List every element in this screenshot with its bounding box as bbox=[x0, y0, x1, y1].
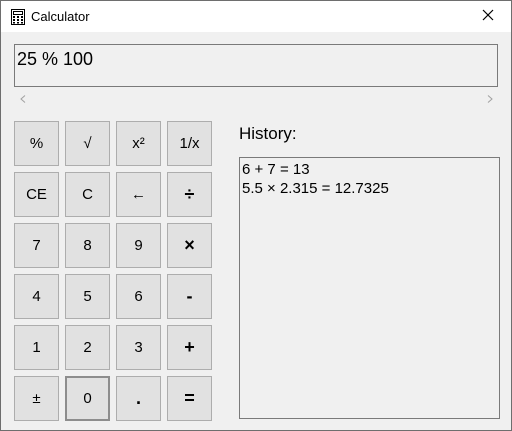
scroll-left-button[interactable] bbox=[14, 90, 31, 107]
history-list[interactable]: 6 + 7 = 13 5.5 × 2.315 = 12.7325 bbox=[239, 157, 500, 419]
clear-key[interactable]: C bbox=[65, 172, 110, 217]
history-entry[interactable]: 6 + 7 = 13 bbox=[242, 160, 497, 179]
sqrt-key[interactable]: √ bbox=[65, 121, 110, 166]
square-key[interactable]: x² bbox=[116, 121, 161, 166]
display-value: 25 % 100 bbox=[17, 49, 94, 69]
title-bar: Calculator bbox=[1, 1, 511, 32]
history-entry[interactable]: 5.5 × 2.315 = 12.7325 bbox=[242, 179, 497, 198]
reciprocal-key[interactable]: 1/x bbox=[167, 121, 212, 166]
digit-8-key[interactable]: 8 bbox=[65, 223, 110, 268]
chevron-left-icon bbox=[19, 90, 26, 108]
calculator-icon bbox=[11, 9, 25, 25]
history-label: History: bbox=[239, 124, 297, 143]
expression-display[interactable]: 25 % 100 bbox=[14, 44, 498, 87]
divide-key[interactable]: ÷ bbox=[167, 172, 212, 217]
digit-0-key[interactable]: 0 bbox=[65, 376, 110, 421]
clear-entry-key[interactable]: CE bbox=[14, 172, 59, 217]
chevron-right-icon bbox=[487, 90, 493, 108]
keypad: % √ x² 1/x CE C ← ÷ 7 8 9 × 4 5 6 - 1 2 … bbox=[14, 121, 212, 421]
digit-1-key[interactable]: 1 bbox=[14, 325, 59, 370]
digit-4-key[interactable]: 4 bbox=[14, 274, 59, 319]
display-scrollbar[interactable] bbox=[14, 90, 498, 107]
scroll-right-button[interactable] bbox=[481, 90, 498, 107]
digit-6-key[interactable]: 6 bbox=[116, 274, 161, 319]
digit-3-key[interactable]: 3 bbox=[116, 325, 161, 370]
multiply-key[interactable]: × bbox=[167, 223, 212, 268]
percent-key[interactable]: % bbox=[14, 121, 59, 166]
close-icon bbox=[482, 8, 494, 26]
digit-2-key[interactable]: 2 bbox=[65, 325, 110, 370]
close-button[interactable] bbox=[465, 1, 511, 32]
backspace-key[interactable]: ← bbox=[116, 172, 161, 217]
digit-5-key[interactable]: 5 bbox=[65, 274, 110, 319]
add-key[interactable]: + bbox=[167, 325, 212, 370]
subtract-key[interactable]: - bbox=[167, 274, 212, 319]
window-title: Calculator bbox=[31, 9, 90, 24]
negate-key[interactable]: ± bbox=[14, 376, 59, 421]
decimal-key[interactable]: . bbox=[116, 376, 161, 421]
calculator-window: Calculator 25 % 100 % √ x² 1/x CE C ← ÷ … bbox=[0, 0, 512, 431]
digit-9-key[interactable]: 9 bbox=[116, 223, 161, 268]
digit-7-key[interactable]: 7 bbox=[14, 223, 59, 268]
equals-key[interactable]: = bbox=[167, 376, 212, 421]
